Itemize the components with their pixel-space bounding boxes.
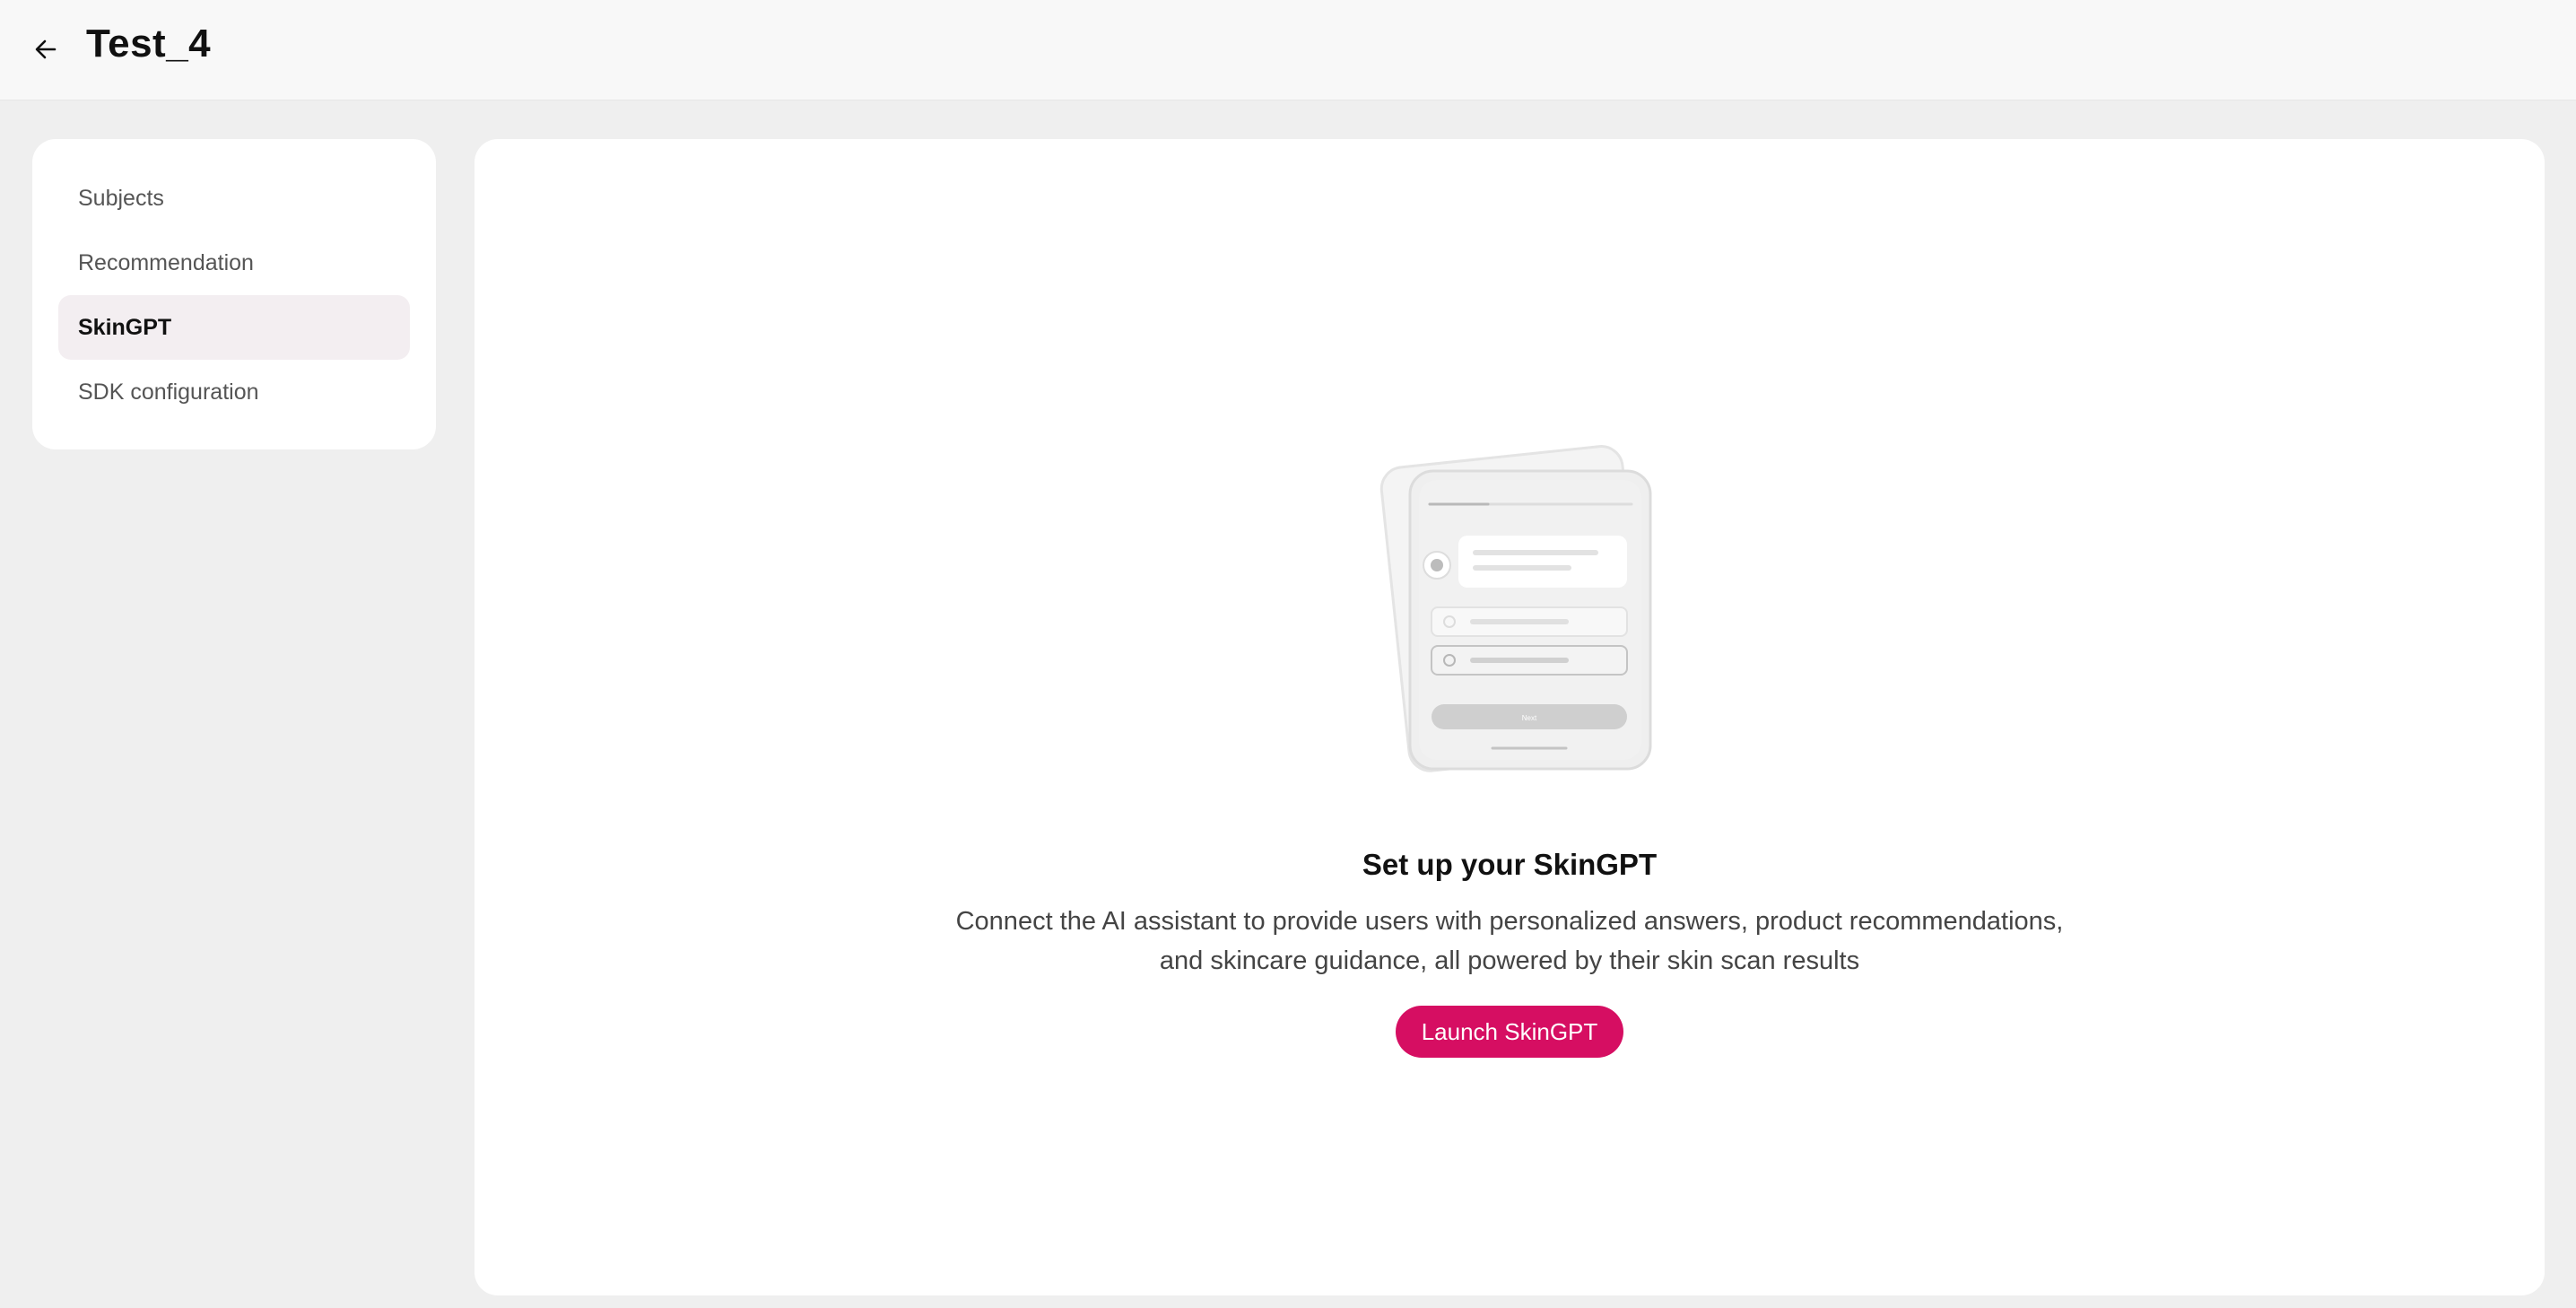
sidebar: Subjects Recommendation SkinGPT SDK conf… [32, 139, 436, 449]
setup-description: Connect the AI assistant to provide user… [882, 902, 2137, 981]
setup-title: Set up your SkinGPT [1362, 848, 1658, 881]
main-panel: Next Set up your SkinGPT Connect the AI … [474, 139, 2545, 1295]
sidebar-item-subjects[interactable]: Subjects [58, 166, 410, 231]
launch-skingpt-button[interactable]: Launch SkinGPT [1396, 1006, 1623, 1058]
page-title: Test_4 [86, 22, 212, 65]
sidebar-item-sdk-configuration[interactable]: SDK configuration [58, 360, 410, 424]
illustration-next-label: Next [1522, 714, 1537, 722]
top-bar: Test_4 [0, 0, 2576, 100]
setup-description-line-1: Connect the AI assistant to provide user… [955, 907, 2064, 936]
back-button[interactable] [27, 31, 65, 68]
arrow-left-icon [35, 39, 57, 59]
sidebar-item-skingpt[interactable]: SkinGPT [58, 295, 410, 360]
setup-description-line-2: and skincare guidance, all powered by th… [1159, 946, 1860, 975]
phone-chat-illustration: Next [1379, 445, 1652, 772]
sidebar-item-recommendation[interactable]: Recommendation [58, 231, 410, 295]
